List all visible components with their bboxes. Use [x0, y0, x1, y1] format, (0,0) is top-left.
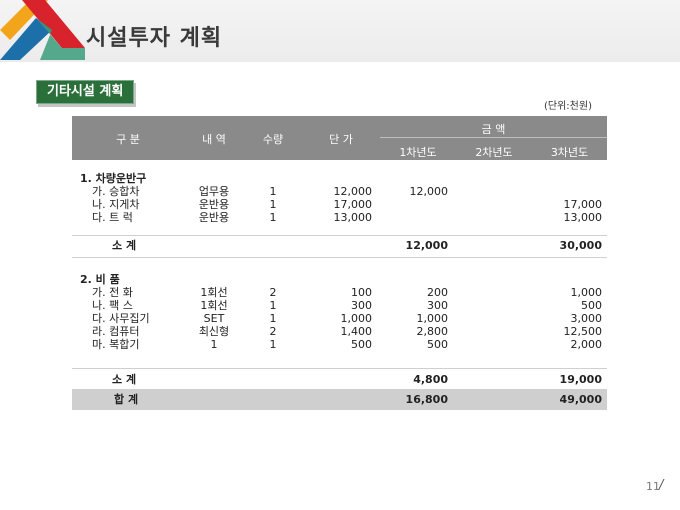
table-header: 구 분 내 역 수량 단 가 금 액 1차년도 2차년도 3차년도 — [72, 116, 607, 160]
investment-table: 구 분 내 역 수량 단 가 금 액 1차년도 2차년도 3차년도 1. 차량운… — [72, 116, 607, 410]
header-qty: 수량 — [262, 133, 284, 146]
group1-title: 1. 차량운반구 — [80, 172, 147, 185]
slash-icon: / — [659, 478, 664, 493]
header-category: 구 분 — [116, 133, 140, 146]
header-year2: 2차년도 — [475, 146, 513, 159]
header-unit-price: 단 가 — [329, 133, 353, 146]
header-detail: 내 역 — [202, 133, 226, 146]
header-year3: 3차년도 — [550, 146, 589, 159]
group2-title: 2. 비 품 — [80, 273, 120, 286]
header-year1: 1차년도 — [399, 146, 437, 159]
total-row: 합 계 16,800 49,000 — [72, 389, 607, 410]
page-title: 시설투자 계획 — [86, 26, 223, 51]
page-number: 11 — [646, 480, 660, 493]
section-badge: 기타시설 계획 — [36, 80, 135, 104]
header-amount: 금 액 — [481, 123, 506, 136]
unit-note: (단위:천원) — [544, 101, 592, 112]
company-logo — [0, 0, 85, 60]
